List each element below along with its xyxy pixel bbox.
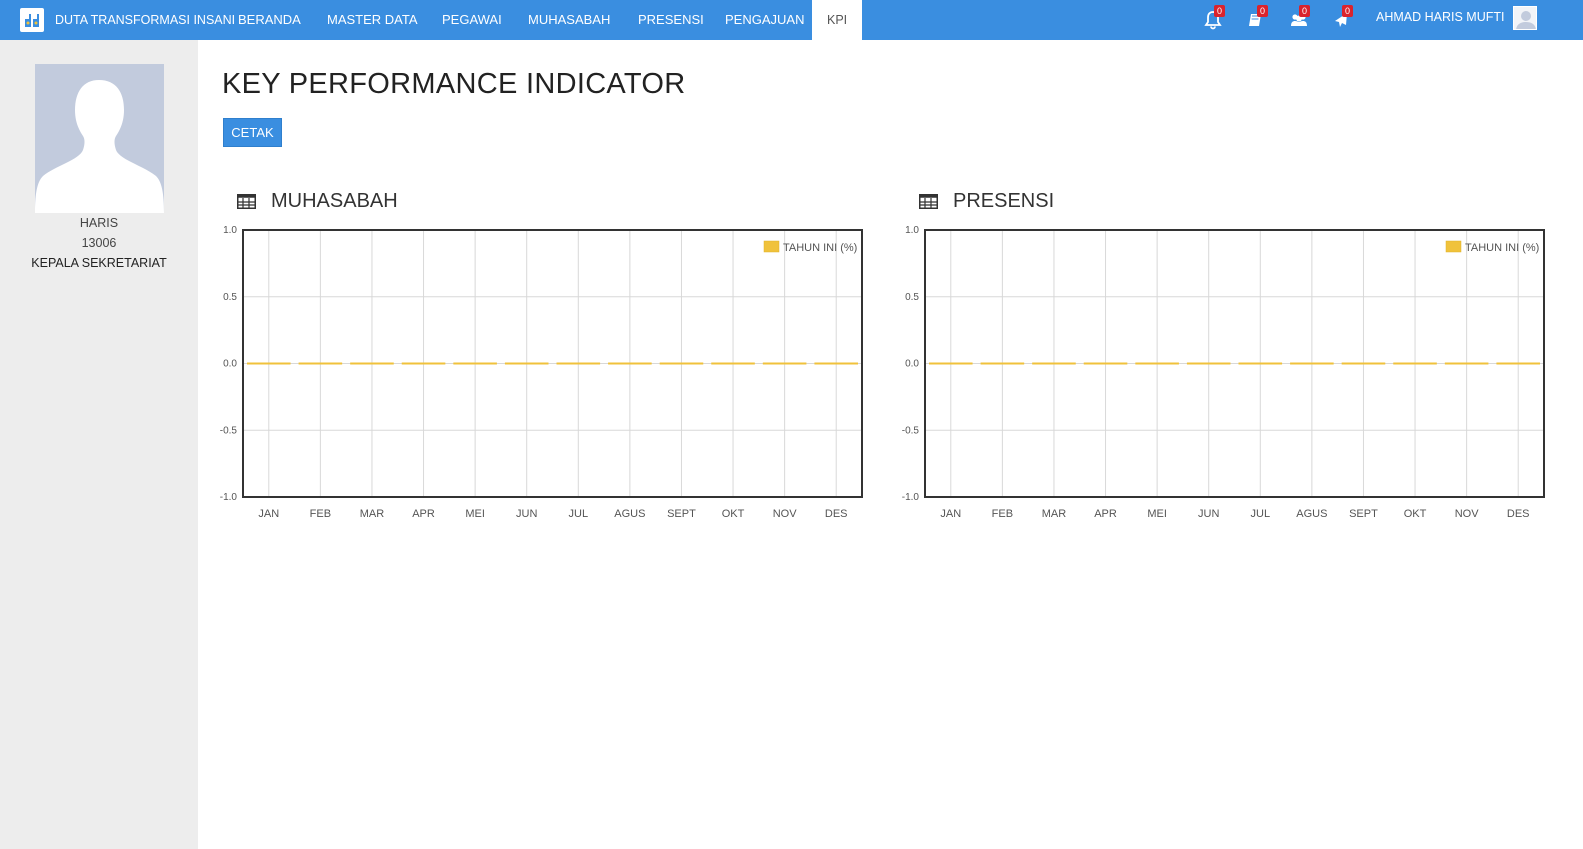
x-tick-label: DES — [825, 508, 848, 520]
page-title: KEY PERFORMANCE INDICATOR — [222, 68, 686, 100]
y-tick-label: 0.0 — [905, 359, 919, 370]
legend-label: TAHUN INI (%) — [783, 242, 857, 254]
muhasabah-chart: 1.0 0.5 0.0 -0.5 -1.0 JAN FEB MAR APR MEI JUN JUL AG… — [220, 225, 863, 520]
profile-name: HARIS — [79, 216, 119, 230]
users-icon[interactable]: 0 — [1289, 5, 1310, 30]
profile-position: KEPALA SEKRETARIAT — [31, 256, 167, 270]
users-badge: 0 — [1299, 5, 1310, 17]
x-tick-label: JUL — [569, 508, 589, 520]
y-tick-label: -0.5 — [220, 425, 238, 436]
x-tick-label: JAN — [940, 508, 961, 520]
x-tick-label: SEPT — [667, 508, 696, 520]
plane-icon[interactable]: 0 — [1332, 5, 1353, 30]
x-tick-label: FEB — [310, 508, 331, 520]
nav-item-muhasabah[interactable]: MUHASABAH — [528, 0, 610, 40]
x-tick-label: JUL — [1251, 508, 1271, 520]
brand-logo-icon — [20, 8, 44, 32]
legend-swatch — [763, 240, 780, 253]
sidebar: HARIS 13006 KEPALA SEKRETARIAT — [0, 40, 198, 849]
presensi-chart: 1.0 0.5 0.0 -0.5 -1.0 JAN FEB MAR APR MEI JUN JUL AG… — [902, 225, 1545, 520]
x-tick-label: JUN — [1198, 508, 1219, 520]
x-tick-label: OKT — [1404, 508, 1427, 520]
legend-swatch — [1445, 240, 1462, 253]
legend-label: TAHUN INI (%) — [1465, 242, 1539, 254]
user-name[interactable]: AHMAD HARIS MUFTI — [1376, 0, 1504, 34]
y-tick-label: -1.0 — [220, 492, 238, 503]
x-tick-label: APR — [1094, 508, 1117, 520]
y-tick-label: -0.5 — [902, 425, 920, 436]
nav-item-kpi[interactable]: KPI — [812, 0, 863, 40]
x-tick-label: JUN — [516, 508, 537, 520]
x-tick-label: NOV — [1455, 508, 1480, 520]
notification-badge: 0 — [1214, 5, 1225, 17]
x-tick-label: FEB — [992, 508, 1013, 520]
bell-icon[interactable]: 0 — [1204, 5, 1225, 30]
brand-name: DUTA TRANSFORMASI INSANI — [55, 13, 236, 27]
panel-title-muhasabah: MUHASABAH — [237, 190, 398, 213]
y-tick-label: -1.0 — [902, 492, 920, 503]
panel-title-text: MUHASABAH — [271, 190, 398, 212]
y-tick-label: 1.0 — [223, 225, 237, 236]
nav-item-pengajuan[interactable]: PENGAJUAN — [725, 0, 804, 40]
x-tick-label: SEPT — [1349, 508, 1378, 520]
table-icon — [919, 194, 938, 209]
top-navbar: DUTA TRANSFORMASI INSANI BERANDA MASTER … — [0, 0, 1583, 40]
plane-badge: 0 — [1342, 5, 1353, 17]
y-tick-label: 0.5 — [223, 292, 237, 303]
nav-item-master-data[interactable]: MASTER DATA — [327, 0, 418, 40]
x-tick-label: MAR — [360, 508, 385, 520]
table-icon — [237, 194, 256, 209]
x-tick-label: MEI — [465, 508, 485, 520]
y-tick-label: 0.0 — [223, 359, 237, 370]
profile-id: 13006 — [81, 236, 117, 250]
x-tick-label: AGUS — [614, 508, 645, 520]
chart-legend: TAHUN INI (%) — [763, 240, 857, 254]
nav-item-beranda[interactable]: BERANDA — [238, 0, 301, 40]
x-tick-label: MEI — [1147, 508, 1167, 520]
panel-title-text: PRESENSI — [953, 190, 1055, 212]
brand[interactable]: DUTA TRANSFORMASI INSANI — [20, 0, 235, 40]
book-badge: 0 — [1257, 5, 1268, 17]
nav-item-presensi[interactable]: PRESENSI — [638, 0, 704, 40]
x-tick-label: OKT — [722, 508, 745, 520]
panel-title-presensi: PRESENSI — [919, 190, 1054, 213]
profile-photo — [35, 64, 164, 213]
nav-item-pegawai[interactable]: PEGAWAI — [442, 0, 502, 40]
x-tick-label: JAN — [258, 508, 279, 520]
chart-legend: TAHUN INI (%) — [1445, 240, 1539, 254]
x-tick-label: APR — [412, 508, 435, 520]
print-button[interactable]: CETAK — [223, 118, 282, 147]
x-tick-label: DES — [1507, 508, 1530, 520]
x-tick-label: AGUS — [1296, 508, 1327, 520]
x-tick-label: NOV — [773, 508, 798, 520]
x-tick-label: MAR — [1042, 508, 1067, 520]
user-avatar[interactable] — [1513, 6, 1537, 30]
book-icon[interactable]: 0 — [1247, 5, 1268, 30]
y-tick-label: 1.0 — [905, 225, 919, 236]
y-tick-label: 0.5 — [905, 292, 919, 303]
